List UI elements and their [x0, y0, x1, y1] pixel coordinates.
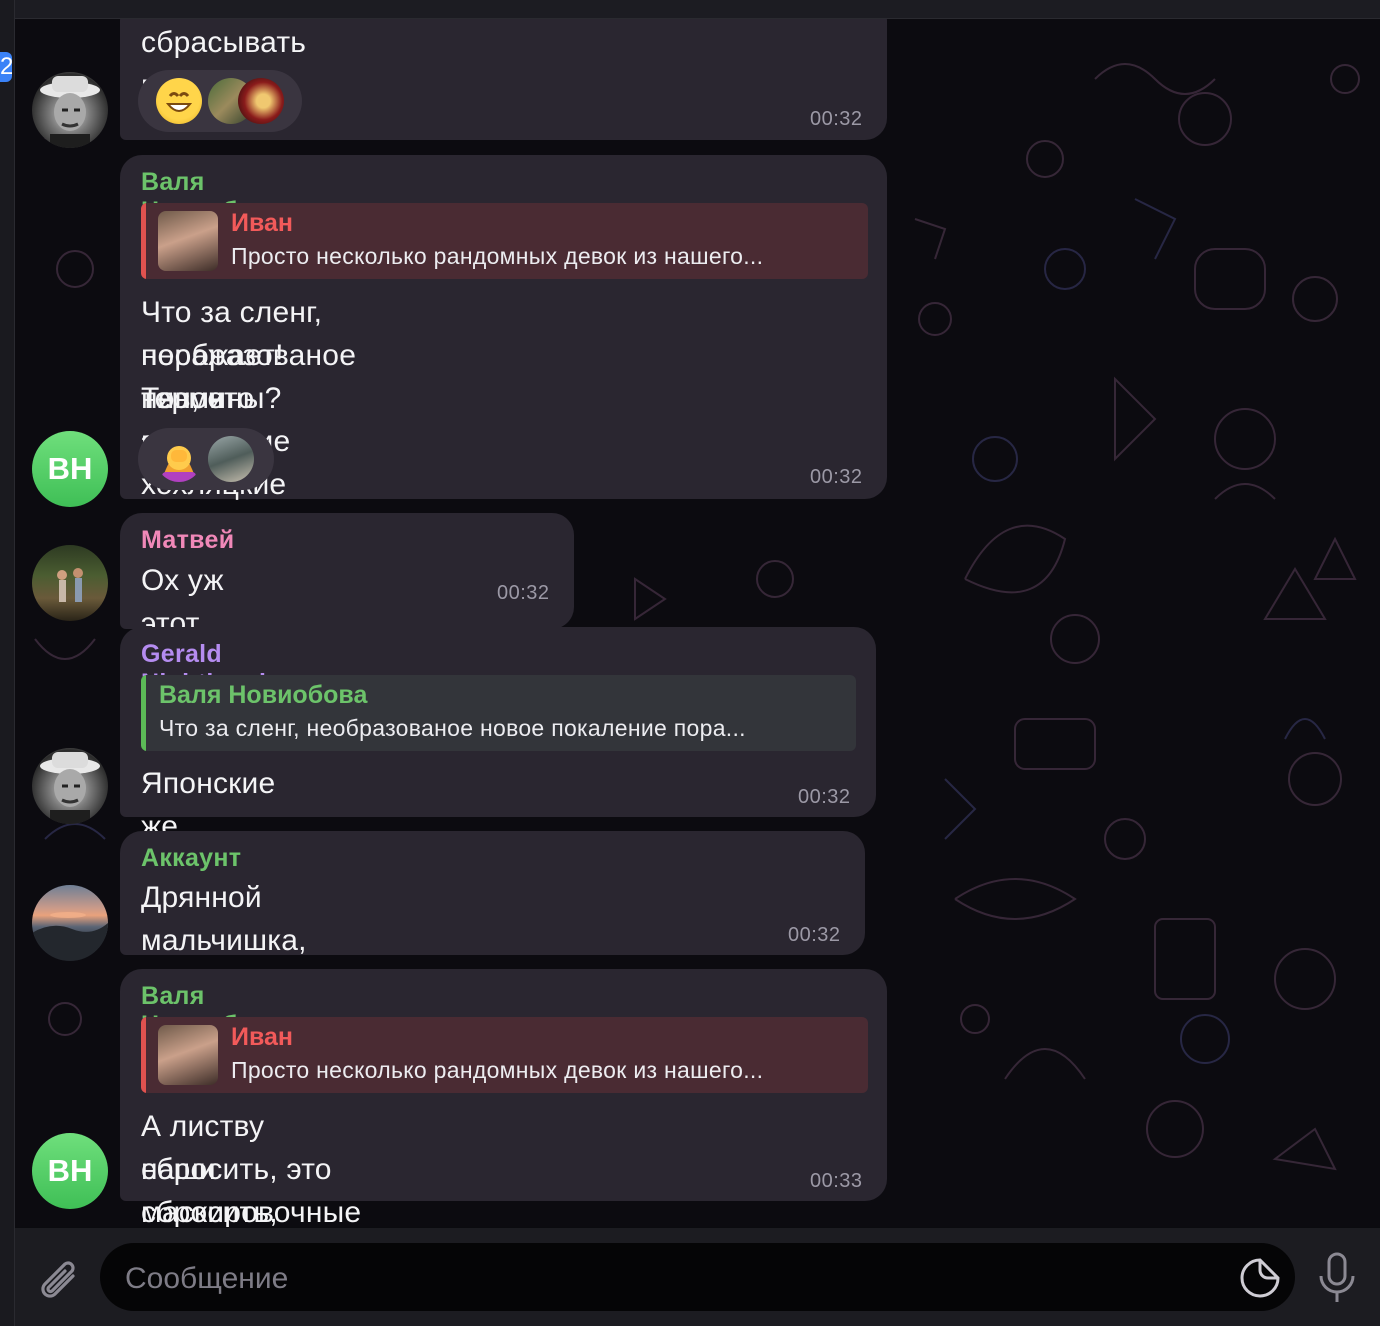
sticker-icon	[1240, 1258, 1280, 1298]
message-input-placeholder: Сообщение	[125, 1262, 289, 1295]
chat-area[interactable]: сбрасывать мусор 00:32 Валя Новиобова Ив…	[15, 19, 1380, 1227]
sticker-button[interactable]	[1238, 1256, 1282, 1300]
sender-name[interactable]: Аккаунт	[141, 844, 241, 873]
reaction-user-avatar[interactable]	[208, 436, 254, 482]
man-in-hat-photo-icon	[40, 76, 100, 148]
attach-button[interactable]	[33, 1254, 83, 1304]
sunset-photo-icon	[32, 912, 108, 961]
chat-list-edge[interactable]: 2	[0, 0, 15, 1326]
two-people-photo-icon	[57, 568, 83, 602]
reaction-user-avatar[interactable]	[238, 78, 284, 124]
message-input[interactable]: Сообщение	[100, 1243, 1295, 1311]
reply-preview[interactable]: Валя Новиобова Что за сленг, необразован…	[141, 675, 856, 751]
reply-thumbnail	[158, 211, 218, 271]
user-avatar[interactable]	[32, 748, 108, 824]
reactions-bar[interactable]	[138, 428, 274, 490]
message-time: 00:32	[810, 108, 863, 130]
reply-sender-name: Иван	[231, 209, 294, 237]
message-time: 00:32	[810, 466, 863, 488]
facepalm-emoji-icon[interactable]	[156, 436, 202, 482]
message-time: 00:32	[497, 582, 550, 604]
reactions-bar[interactable]	[138, 70, 302, 132]
microphone-icon	[1319, 1252, 1355, 1302]
message-text-line-2: наши сбросить, хохол!?	[141, 1153, 278, 1227]
voice-message-button[interactable]	[1315, 1250, 1359, 1306]
reply-thumbnail	[158, 1025, 218, 1085]
reply-text: Просто несколько рандомных девок из наше…	[231, 243, 764, 269]
reply-sender-name: Валя Новиобова	[159, 681, 368, 709]
reply-preview[interactable]: Иван Просто несколько рандомных девок из…	[141, 1017, 868, 1093]
message-time: 00:32	[798, 786, 851, 808]
top-toolbar-strip	[14, 0, 1380, 19]
grin-face-icon	[165, 92, 193, 112]
reply-accent-bar	[141, 203, 146, 279]
reply-accent-bar	[141, 1017, 146, 1093]
message-text-line-3: термины?	[141, 382, 282, 415]
reply-text: Просто несколько рандомных девок из наше…	[231, 1057, 764, 1083]
unread-badge[interactable]: 2	[0, 52, 12, 82]
user-avatar[interactable]	[32, 72, 108, 148]
message-composer: Сообщение	[15, 1228, 1380, 1326]
user-avatar[interactable]	[32, 885, 108, 961]
user-avatar[interactable]	[32, 545, 108, 621]
reply-preview[interactable]: Иван Просто несколько рандомных девок из…	[141, 203, 868, 279]
facepalm-icon	[162, 446, 196, 482]
sender-name[interactable]: Матвей	[141, 526, 234, 555]
grinning-face-emoji-icon[interactable]	[156, 78, 202, 124]
reply-text: Что за сленг, необразованое новое покале…	[159, 715, 746, 741]
user-avatar[interactable]: ВН	[32, 1133, 108, 1209]
message-time: 00:32	[788, 924, 841, 946]
message-time: 00:33	[810, 1170, 863, 1192]
user-avatar[interactable]: ВН	[32, 431, 108, 507]
paperclip-icon	[41, 1261, 75, 1298]
reply-sender-name: Иван	[231, 1023, 294, 1051]
reply-accent-bar	[141, 675, 146, 751]
man-in-hat-photo-icon	[40, 752, 100, 824]
